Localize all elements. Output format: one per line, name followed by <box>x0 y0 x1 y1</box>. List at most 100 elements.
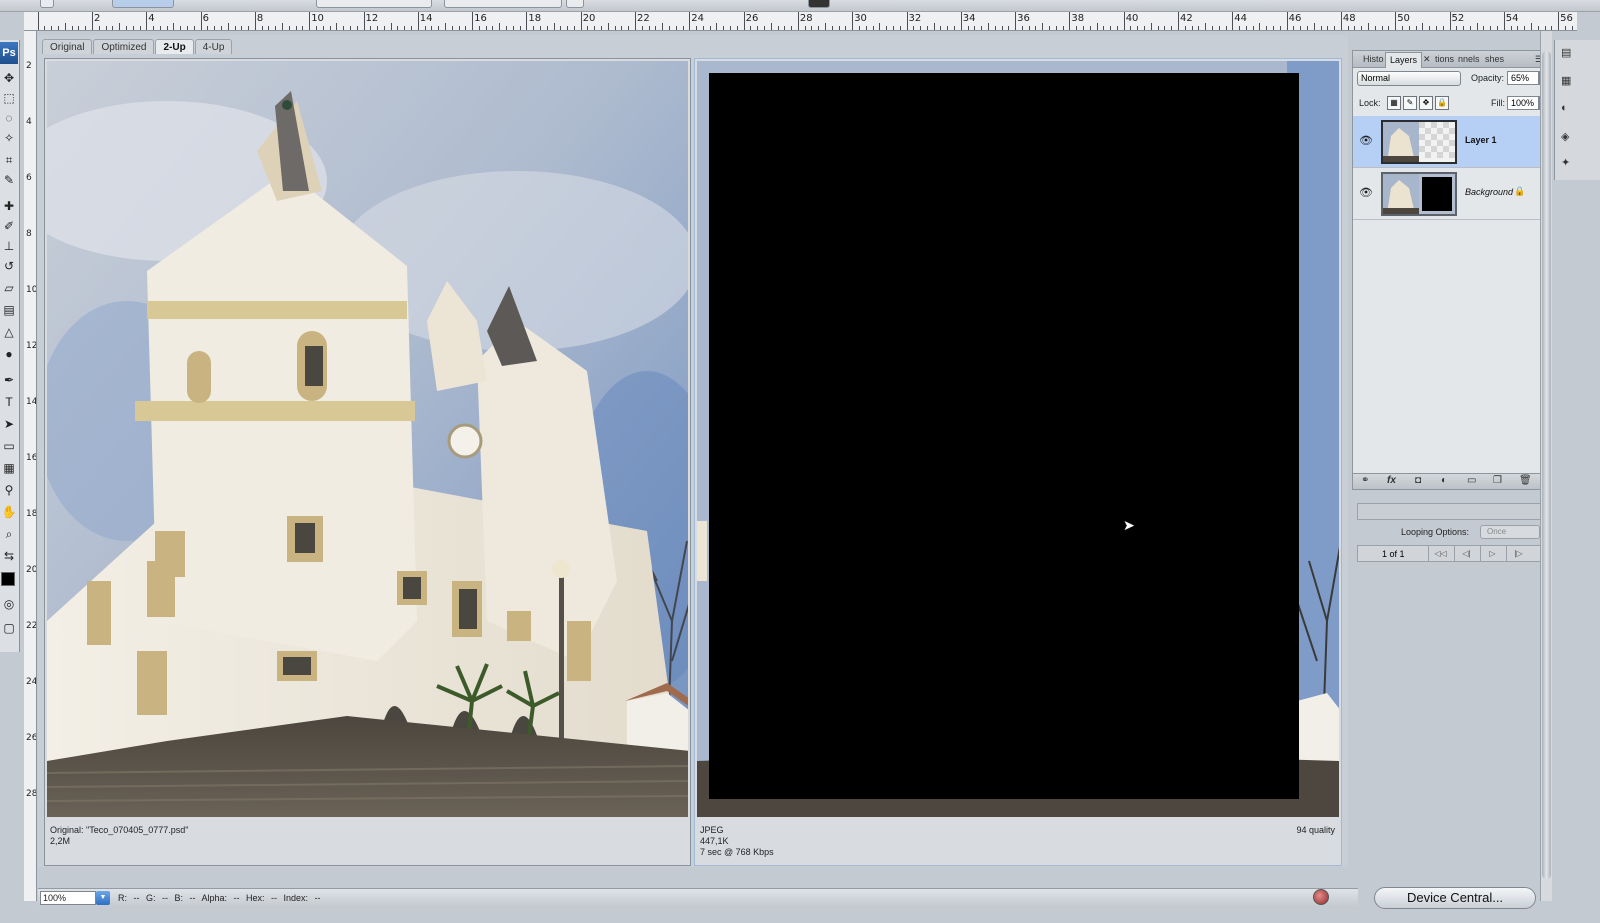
ruler-tick <box>465 26 467 30</box>
dock-swatches-icon[interactable]: ◈ <box>1561 130 1569 143</box>
workspace-button[interactable] <box>808 0 830 8</box>
lasso-tool-icon[interactable]: ◌ <box>1 110 17 126</box>
path-select-icon[interactable]: ➤ <box>1 416 17 432</box>
ruler-tick <box>431 26 433 30</box>
ruler-tick <box>322 26 324 30</box>
globe-icon[interactable] <box>1313 889 1329 905</box>
type-tool-icon[interactable]: T <box>1 394 17 410</box>
ruler-tick <box>1218 26 1220 30</box>
eye-icon[interactable]: 👁 <box>1359 134 1373 147</box>
scrollbar-thumb[interactable] <box>1542 51 1551 879</box>
eyedropper-tool-icon[interactable]: ⚲ <box>1 482 17 498</box>
eraser-tool-icon[interactable]: ▱ <box>1 280 17 296</box>
screen-mode-icon[interactable]: ▢ <box>1 620 17 636</box>
ruler-tick <box>1286 12 1288 30</box>
ruler-tick <box>1429 26 1431 30</box>
option-control[interactable] <box>40 0 54 8</box>
quick-mask-icon[interactable]: ◎ <box>1 596 17 612</box>
brush-tool-icon[interactable]: ✐ <box>1 218 17 234</box>
optimized-pane[interactable]: JPEG 447,1K 7 sec @ 768 Kbps 94 quality <box>694 58 1342 866</box>
lock-pixels-icon[interactable]: ✎ <box>1403 96 1417 110</box>
new-layer-icon[interactable]: ❐ <box>1493 475 1502 486</box>
tab-4-up[interactable]: 4-Up <box>194 39 233 54</box>
blend-mode-select[interactable]: Normal <box>1357 71 1461 86</box>
move-tool-icon[interactable]: ✥ <box>1 70 17 86</box>
prev-frame-icon[interactable]: ◁| <box>1454 546 1478 561</box>
fill-field[interactable]: 100% <box>1507 96 1539 110</box>
dock-info-icon[interactable]: ▦ <box>1561 74 1571 87</box>
magic-wand-tool-icon[interactable]: ✧ <box>1 130 17 146</box>
ruler-number: 26 <box>745 13 759 24</box>
device-central-button[interactable]: Device Central... <box>1374 887 1536 909</box>
notes-tool-icon[interactable]: ▦ <box>1 460 17 476</box>
lock-transparent-icon[interactable]: ▦ <box>1387 96 1401 110</box>
mask-icon[interactable]: ◘ <box>1415 475 1421 486</box>
zoom-tool-icon[interactable]: ⌕ <box>1 526 17 542</box>
close-tab-icon[interactable]: ✕ <box>1423 54 1431 65</box>
tab-optimized[interactable]: Optimized <box>93 39 155 54</box>
tab-actions[interactable]: tions <box>1435 54 1454 64</box>
blur-tool-icon[interactable]: △ <box>1 324 17 340</box>
auto-align-button[interactable] <box>566 0 584 8</box>
opacity-field[interactable]: 65% <box>1507 71 1539 85</box>
link-icon[interactable]: ⚭ <box>1361 475 1369 486</box>
lock-all-icon[interactable]: 🔒 <box>1435 96 1449 110</box>
ruler-tick <box>44 26 46 30</box>
vertical-scrollbar[interactable] <box>1540 31 1552 901</box>
lock-position-icon[interactable]: ✥ <box>1419 96 1433 110</box>
next-frame-icon[interactable]: |▷ <box>1506 546 1530 561</box>
shape-tool-icon[interactable]: ▭ <box>1 438 17 454</box>
history-brush-icon[interactable]: ↺ <box>1 258 17 274</box>
tab-layers[interactable]: Layers <box>1385 52 1423 68</box>
adjustment-icon[interactable]: ◐ <box>1441 475 1447 486</box>
original-pane[interactable]: Original: "Teco_070405_0777.psd" 2,2M <box>44 58 691 866</box>
ruler-tick <box>78 26 80 30</box>
zoom-dropdown-button[interactable]: ▼ <box>96 891 110 905</box>
ruler-number: 50 <box>1397 13 1410 24</box>
vruler-number: 26 <box>26 733 37 743</box>
layer-1-name[interactable]: Layer 1 <box>1465 135 1497 145</box>
gradient-tool-icon[interactable]: ▤ <box>1 302 17 318</box>
healing-brush-icon[interactable]: ✚ <box>1 198 17 214</box>
tab-channels[interactable]: nnels <box>1458 54 1480 64</box>
swap-colors-icon[interactable]: ⇆ <box>1 548 17 564</box>
marquee-tool-icon[interactable]: ⬚ <box>1 90 17 106</box>
dock-navigator-icon[interactable]: ▤ <box>1561 46 1571 59</box>
layer-row-background[interactable]: 👁 Background 🔒 <box>1353 168 1551 220</box>
ruler-tick <box>825 23 827 30</box>
hand-tool-icon[interactable]: ✋ <box>1 504 17 520</box>
fx-icon[interactable]: fx <box>1387 475 1396 486</box>
pen-tool-icon[interactable]: ✒ <box>1 372 17 388</box>
zoom-level-field[interactable]: 100% <box>40 891 96 905</box>
ruler-tick <box>1252 26 1254 30</box>
ruler-tick <box>315 26 317 30</box>
align-buttons[interactable] <box>316 0 432 8</box>
folder-icon[interactable]: ▭ <box>1467 475 1476 486</box>
trash-icon[interactable]: 🗑 <box>1519 475 1532 486</box>
looping-options-select[interactable]: Once <box>1480 525 1540 539</box>
eye-icon[interactable]: 👁 <box>1359 186 1373 199</box>
ruler-tick <box>1089 26 1091 30</box>
tab-history[interactable]: Histo <box>1363 54 1384 64</box>
foreground-color-swatch[interactable] <box>1 572 15 586</box>
distribute-buttons[interactable] <box>444 0 562 8</box>
option-dropdown[interactable] <box>112 0 174 8</box>
ruler-tick <box>1361 26 1363 30</box>
slice-tool-icon[interactable]: ✎ <box>1 172 17 188</box>
play-icon[interactable]: ▷ <box>1480 546 1504 561</box>
ruler-tick <box>743 12 745 30</box>
crop-tool-icon[interactable]: ⌗ <box>1 152 17 168</box>
layer-row-layer-1[interactable]: 👁 Layer 1 <box>1353 116 1551 168</box>
ruler-number: 8 <box>256 13 264 24</box>
dodge-tool-icon[interactable]: ● <box>1 346 17 362</box>
dock-color-icon[interactable]: ◐ <box>1561 102 1568 114</box>
stamp-tool-icon[interactable]: ⊥ <box>1 238 17 254</box>
ruler-tick <box>1306 26 1308 30</box>
tab-brushes[interactable]: shes <box>1485 54 1504 64</box>
background-layer-name[interactable]: Background <box>1465 187 1513 197</box>
dock-styles-icon[interactable]: ✦ <box>1561 156 1570 169</box>
tab-original[interactable]: Original <box>42 39 93 54</box>
first-frame-icon[interactable]: ◁◁ <box>1428 546 1452 561</box>
ruler-tick <box>1015 12 1017 30</box>
tab-2-up[interactable]: 2-Up <box>155 39 194 54</box>
